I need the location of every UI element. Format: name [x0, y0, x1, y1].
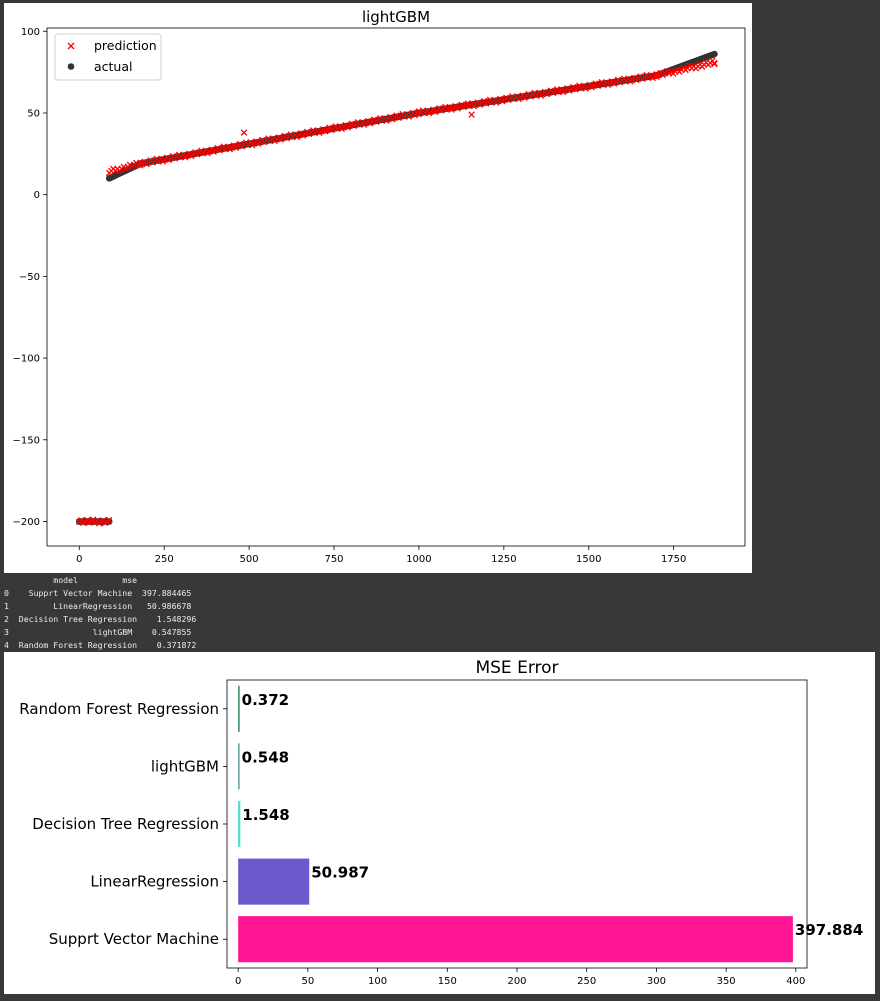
bar-value-label: 0.372: [242, 691, 289, 709]
plot-frame: [46, 27, 746, 547]
bar: [238, 916, 793, 963]
table-row: 2 Decision Tree Regression 1.548296: [4, 613, 197, 624]
bar-value-label: 1.548: [242, 806, 289, 824]
x-tick-label: 1750: [661, 554, 686, 565]
prediction-points: [76, 57, 718, 527]
x-tick-label: 250: [155, 554, 174, 565]
bar-value-label: 397.884: [795, 921, 863, 939]
actual-points: [76, 50, 718, 525]
axes: 0 250 500 750 1000 1250 1500 1750100500−50−100−…: [13, 27, 687, 565]
x-tick-label: 300: [647, 976, 666, 987]
x-tick-label: 1250: [491, 554, 516, 565]
y-tick-label: 50: [27, 108, 40, 119]
bar: [238, 685, 240, 732]
category-label: Supprt Vector Machine: [49, 930, 219, 948]
x-tick-label: 0: [76, 554, 82, 565]
prediction-point: [468, 111, 475, 118]
legend-actual-label: actual: [94, 59, 133, 74]
x-tick-label: 350: [717, 976, 736, 987]
x-tick-label: 50: [301, 976, 314, 987]
scatter-plot-panel: lightGBM 0 250 500 750 1000 1250 1500 1750 100 50 0…: [4, 3, 752, 573]
table-row: 3 lightGBM 0.547855: [4, 626, 192, 637]
x-tick-label: 1500: [576, 554, 601, 565]
x-tick-label: 400: [786, 976, 805, 987]
mse-table-output: model mse 0 Supprt Vector Machine 397.884…: [4, 574, 196, 651]
category-label: LinearRegression: [90, 873, 219, 891]
bar-chart-panel: MSE Error 0.372 0.548 1.548 50.987 397.884 Ran…: [4, 652, 875, 994]
bar: [238, 743, 240, 790]
bar: [238, 858, 310, 905]
category-labels: Random Forest Regression lightGBM Decision…: [19, 700, 219, 948]
x-tick-label: 250: [577, 976, 596, 987]
table-header: model mse: [4, 575, 138, 585]
y-tick-label: 100: [21, 27, 40, 38]
category-label: Random Forest Regression: [19, 700, 219, 718]
table-row: 0 Supprt Vector Machine 397.884465: [4, 587, 192, 598]
y-tick-label: 0: [34, 190, 40, 201]
table-row: 1 LinearRegression 50.986678: [4, 600, 192, 611]
legend-prediction-label: prediction: [94, 38, 157, 53]
bar-value-label: 50.987: [311, 864, 369, 882]
x-tick-label: 0: [235, 976, 241, 987]
chart-title: lightGBM: [362, 8, 430, 26]
bars: [238, 685, 793, 963]
prediction-point: [711, 60, 718, 68]
actual-point: [711, 50, 718, 58]
y-tick-label: −50: [19, 272, 40, 283]
bar-chart: MSE Error 0.372 0.548 1.548 50.987 397.884 Ran…: [19, 658, 864, 987]
table-row: 4 Random Forest Regression 0.371872: [4, 639, 197, 650]
scatter-plot: lightGBM0 250 500 750 1000 1250 1500 1750100500…: [13, 8, 746, 565]
prediction-point: [240, 129, 248, 136]
y-tick-label: −150: [13, 435, 40, 446]
category-label: Decision Tree Regression: [32, 815, 219, 833]
x-tick-label: 100: [368, 976, 387, 987]
plot-marks: [76, 50, 718, 527]
bar-value-label: 0.548: [242, 748, 289, 766]
chart-title: MSE Error: [475, 658, 558, 678]
y-tick-label: −200: [13, 517, 40, 528]
x-tick-label: 1000: [406, 554, 431, 565]
x-tick-label: 750: [324, 554, 343, 565]
x-tick-label: 500: [240, 554, 259, 565]
category-label: lightGBM: [151, 757, 219, 775]
x-axis: 0 50 100 150 200 250 300 350 400: [235, 968, 805, 987]
bar: [238, 800, 241, 848]
data-labels: 0.372 0.548 1.548 50.987 397.884: [242, 691, 864, 939]
x-tick-label: 200: [507, 976, 526, 987]
x-tick-label: 150: [438, 976, 457, 987]
legend-actual-marker: [67, 63, 75, 70]
legend: prediction actual: [54, 33, 162, 81]
y-tick-label: −100: [13, 354, 40, 365]
